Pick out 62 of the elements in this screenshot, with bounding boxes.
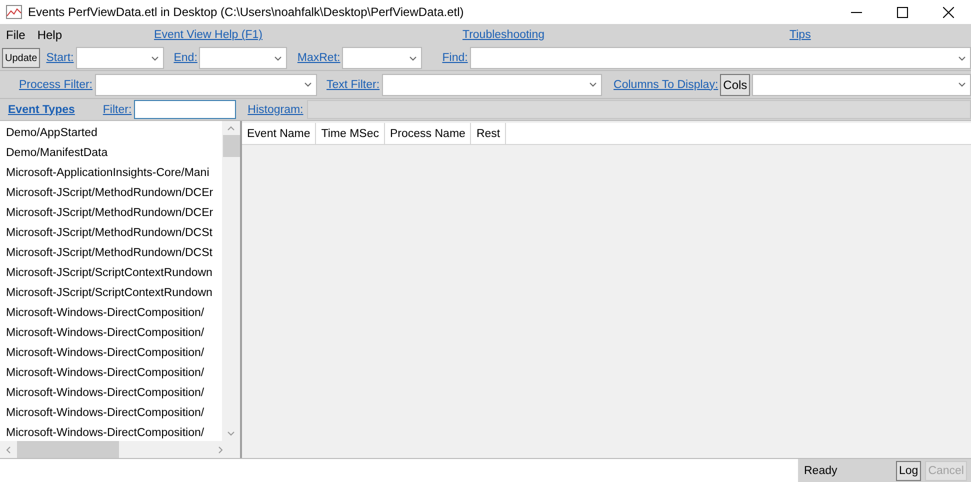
chevron-down-icon[interactable] <box>304 82 312 87</box>
field-label[interactable]: Columns To Display: <box>614 78 718 90</box>
text-filter-field[interactable] <box>382 74 602 96</box>
event-type-item[interactable]: Microsoft-JScript/MethodRundown/DCSt <box>0 243 222 263</box>
scroll-thumb[interactable] <box>17 441 119 458</box>
field-label[interactable]: Process Filter: <box>19 78 92 90</box>
column-header[interactable]: Event Name <box>242 123 316 144</box>
field-label[interactable]: Filter: <box>102 104 132 116</box>
close-icon[interactable] <box>942 6 954 18</box>
process-filter-field[interactable] <box>94 74 316 96</box>
combo-field[interactable] <box>342 47 422 69</box>
field-label[interactable]: MaxRet: <box>297 52 340 64</box>
chevron-down-icon[interactable] <box>274 56 282 60</box>
event-type-item[interactable]: Demo/AppStarted <box>0 123 222 143</box>
menu-item[interactable]: File <box>6 28 26 42</box>
combo-field[interactable] <box>199 47 288 69</box>
vertical-scrollbar[interactable] <box>222 121 240 441</box>
status-text: Ready <box>804 464 838 476</box>
field-label[interactable]: Start: <box>46 52 74 64</box>
field-label[interactable]: Histogram: <box>248 104 304 116</box>
event-type-item[interactable]: Microsoft-Windows-DirectComposition/ <box>0 383 222 403</box>
event-type-item[interactable]: Microsoft-JScript/MethodRundown/DCSt <box>0 223 222 243</box>
help-link[interactable]: Tips <box>790 29 811 41</box>
combo-field[interactable] <box>76 47 164 69</box>
chevron-down-icon[interactable] <box>588 82 597 87</box>
scroll-thumb[interactable] <box>222 135 240 157</box>
event-type-item[interactable]: Microsoft-Windows-DirectComposition/ <box>0 323 222 343</box>
window-title: Events PerfViewData.etl in Desktop (C:\Users\noahfalk\Desktop\PerfViewData.etl) <box>28 5 465 19</box>
help-link[interactable]: Event View Help (F1) <box>154 29 262 41</box>
menu-item[interactable]: Help <box>37 28 62 42</box>
find-field[interactable] <box>470 47 971 69</box>
update-button[interactable]: Update <box>2 48 40 68</box>
event-type-item[interactable]: Microsoft-JScript/ScriptContextRundown <box>0 283 222 303</box>
chevron-down-icon[interactable] <box>150 56 159 60</box>
log-button[interactable]: Log <box>896 460 922 480</box>
chevron-down-icon[interactable] <box>958 56 966 60</box>
field-label[interactable]: Find: <box>442 52 468 64</box>
field-label[interactable]: Text Filter: <box>326 78 380 90</box>
event-type-item[interactable]: Microsoft-JScript/MethodRundown/DCEr <box>0 203 222 223</box>
column-header[interactable]: Rest <box>471 123 506 144</box>
event-type-item[interactable]: Microsoft-Windows-DirectComposition/ <box>0 423 222 441</box>
event-type-item[interactable]: Microsoft-Windows-DirectComposition/ <box>0 403 222 423</box>
column-header[interactable]: Process Name <box>385 123 472 144</box>
event-types-link[interactable]: Event Types <box>8 104 75 116</box>
chevron-down-icon[interactable] <box>958 82 966 87</box>
filter-field[interactable] <box>134 100 236 119</box>
event-type-item[interactable]: Demo/ManifestData <box>0 143 222 163</box>
event-type-item[interactable]: Microsoft-Windows-DirectComposition/ <box>0 363 222 383</box>
event-type-item[interactable]: Microsoft-ApplicationInsights-Core/Mani <box>0 163 222 183</box>
columns-field[interactable] <box>752 74 971 96</box>
field-label[interactable]: End: <box>174 52 198 64</box>
column-header[interactable]: Time MSec <box>316 123 386 144</box>
event-type-item[interactable]: Microsoft-Windows-DirectComposition/ <box>0 343 222 363</box>
maximize-icon[interactable] <box>896 6 908 18</box>
chart-icon <box>6 5 22 19</box>
cols-button[interactable]: Cols <box>720 74 750 96</box>
event-type-item[interactable]: Microsoft-Windows-DirectComposition/ <box>0 303 222 323</box>
event-type-item[interactable]: Microsoft-JScript/MethodRundown/DCEr <box>0 183 222 203</box>
horizontal-scrollbar[interactable] <box>0 441 240 458</box>
chevron-down-icon[interactable] <box>409 56 418 60</box>
help-link[interactable]: Troubleshooting <box>462 29 545 41</box>
event-type-item[interactable]: Microsoft-JScript/ScriptContextRundown <box>0 263 222 283</box>
